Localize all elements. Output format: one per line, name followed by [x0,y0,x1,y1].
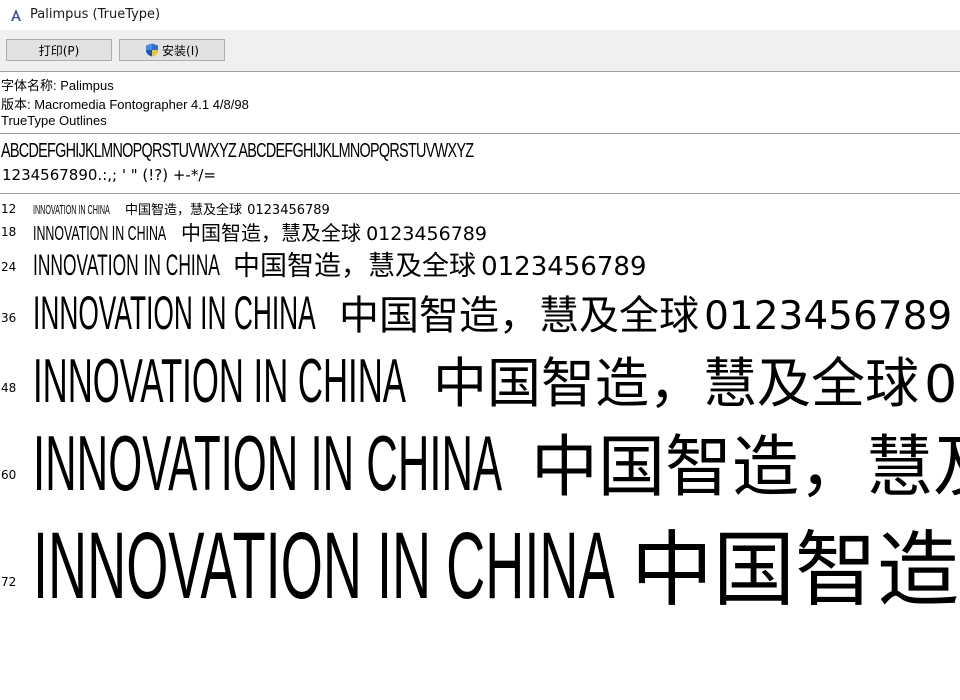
size-label: 48 [1,381,17,395]
sample-row-60: 60 INNOVATION IN CHINA中国智造，慧及全球 01234567… [0,413,960,507]
sample-latin: INNOVATION IN CHINA [33,286,316,339]
print-button-label: 打印(P) [38,43,80,58]
sample-preview-area: 12 INNOVATION IN CHINA 中国智造，慧及全球 01234567… [0,195,960,700]
sample-digits: 0123456789 [366,223,487,245]
sample-row-72: 72 INNOVATION IN CHINA中国智造，慧及全球 01234567… [0,503,960,619]
sample-cjk: 中国智造，慧及全球 [631,523,960,618]
font-version-line: 版本: Macromedia Fontographer 4.1 4/8/98 [1,97,249,112]
title-bar: Palimpus (TrueType) [0,0,960,30]
sample-text: INNOVATION IN CHINA中国智造，慧及全球 0123456789 [33,413,960,510]
size-label: 18 [1,225,17,239]
sample-text: INNOVATION IN CHINA中国智造，慧及全球 0123456789 [33,503,960,622]
size-label: 60 [1,468,17,482]
sample-text: INNOVATION IN CHINA 中国智造，慧及全球 0123456789 [33,283,952,341]
sample-latin: INNOVATION IN CHINA [33,347,406,416]
info-divider [0,133,960,134]
print-button[interactable]: 打印(P) [6,39,112,61]
size-label: 12 [1,202,17,216]
sample-cjk: 中国智造，慧及全球 [433,352,919,415]
size-label: 36 [1,311,17,325]
size-label: 72 [1,575,17,589]
sample-digits: 0123456789 [924,355,960,415]
font-name-line: 字体名称: Palimpus [1,78,114,93]
sample-text: INNOVATION IN CHINA 中国智造，慧及全球 0123456789 [33,244,647,283]
font-outline-type-line: TrueType Outlines [1,113,107,128]
sample-cjk: 中国智造，慧及全球 [531,428,960,506]
charset-numerals: 1234567890.:,; ' " (!?) +-*/= [2,166,216,184]
sample-latin: INNOVATION IN CHINA [33,513,615,619]
sample-cjk: 中国智造，慧及全球 [233,251,476,282]
sample-cjk: 中国智造，慧及全球 [181,221,361,245]
install-button[interactable]: 安装(I) [119,39,225,61]
size-label: 24 [1,260,17,274]
sample-digits: 0123456789 [704,294,953,339]
sample-row-18: 18 INNOVATION IN CHINA 中国智造，慧及全球 01234567… [0,215,960,246]
install-button-label: 安装(I) [162,43,199,58]
sample-latin: INNOVATION IN CHINA [33,249,220,282]
uac-shield-icon [146,43,159,57]
charset-alphabet: ABCDEFGHIJKLMNOPQRSTUVWXYZ ABCDEFGHIJKLM… [1,140,474,162]
sample-row-24: 24 INNOVATION IN CHINA 中国智造，慧及全球 01234567… [0,243,960,283]
window-title: Palimpus (TrueType) [30,7,161,22]
charset-divider [0,193,960,194]
sample-row-36: 36 INNOVATION IN CHINA 中国智造，慧及全球 01234567… [0,281,960,341]
sample-cjk: 中国智造，慧及全球 [339,293,699,339]
sample-row-48: 48 INNOVATION IN CHINA 中国智造，慧及全球 01234567… [0,339,960,416]
font-viewer-icon [11,9,21,21]
sample-digits: 0123456789 [481,252,647,282]
sample-text: INNOVATION IN CHINA 中国智造，慧及全球 0123456789 [33,339,960,418]
toolbar: 打印(P) 安装(I) [0,30,960,72]
sample-latin: INNOVATION IN CHINA [33,419,503,507]
sample-text: INNOVATION IN CHINA中国智造，慧及全球 0123456789 [33,217,487,246]
